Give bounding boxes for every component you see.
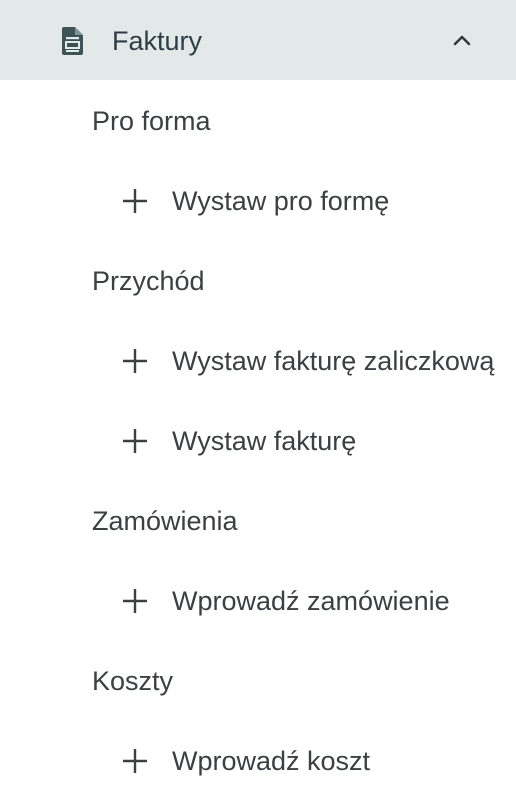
action-label: Wystaw fakturę	[172, 426, 357, 456]
plus-icon	[123, 589, 147, 613]
section-label-zamowienia: Zamówienia	[92, 506, 238, 536]
chevron-up-icon[interactable]	[452, 32, 472, 48]
invoices-menu: Faktury Pro forma Wystaw pro formę Przyc…	[0, 0, 516, 812]
plus-icon	[123, 189, 147, 213]
plus-icon	[123, 349, 147, 373]
action-label: Wprowadź koszt	[172, 746, 371, 776]
action-label: Wystaw pro formę	[172, 186, 390, 216]
plus-icon	[123, 749, 147, 773]
faktury-menu-title: Faktury	[112, 26, 203, 56]
section-label-pro-forma: Pro forma	[92, 106, 211, 136]
action-label: Wprowadź zamówienie	[172, 586, 450, 616]
faktury-menu-header[interactable]: Faktury	[0, 0, 516, 80]
invoice-document-icon	[62, 27, 83, 55]
plus-icon	[123, 429, 147, 453]
action-label: Wystaw fakturę zaliczkową	[172, 346, 495, 376]
section-label-przychod: Przychód	[92, 266, 205, 296]
section-label-koszty: Koszty	[92, 666, 174, 696]
